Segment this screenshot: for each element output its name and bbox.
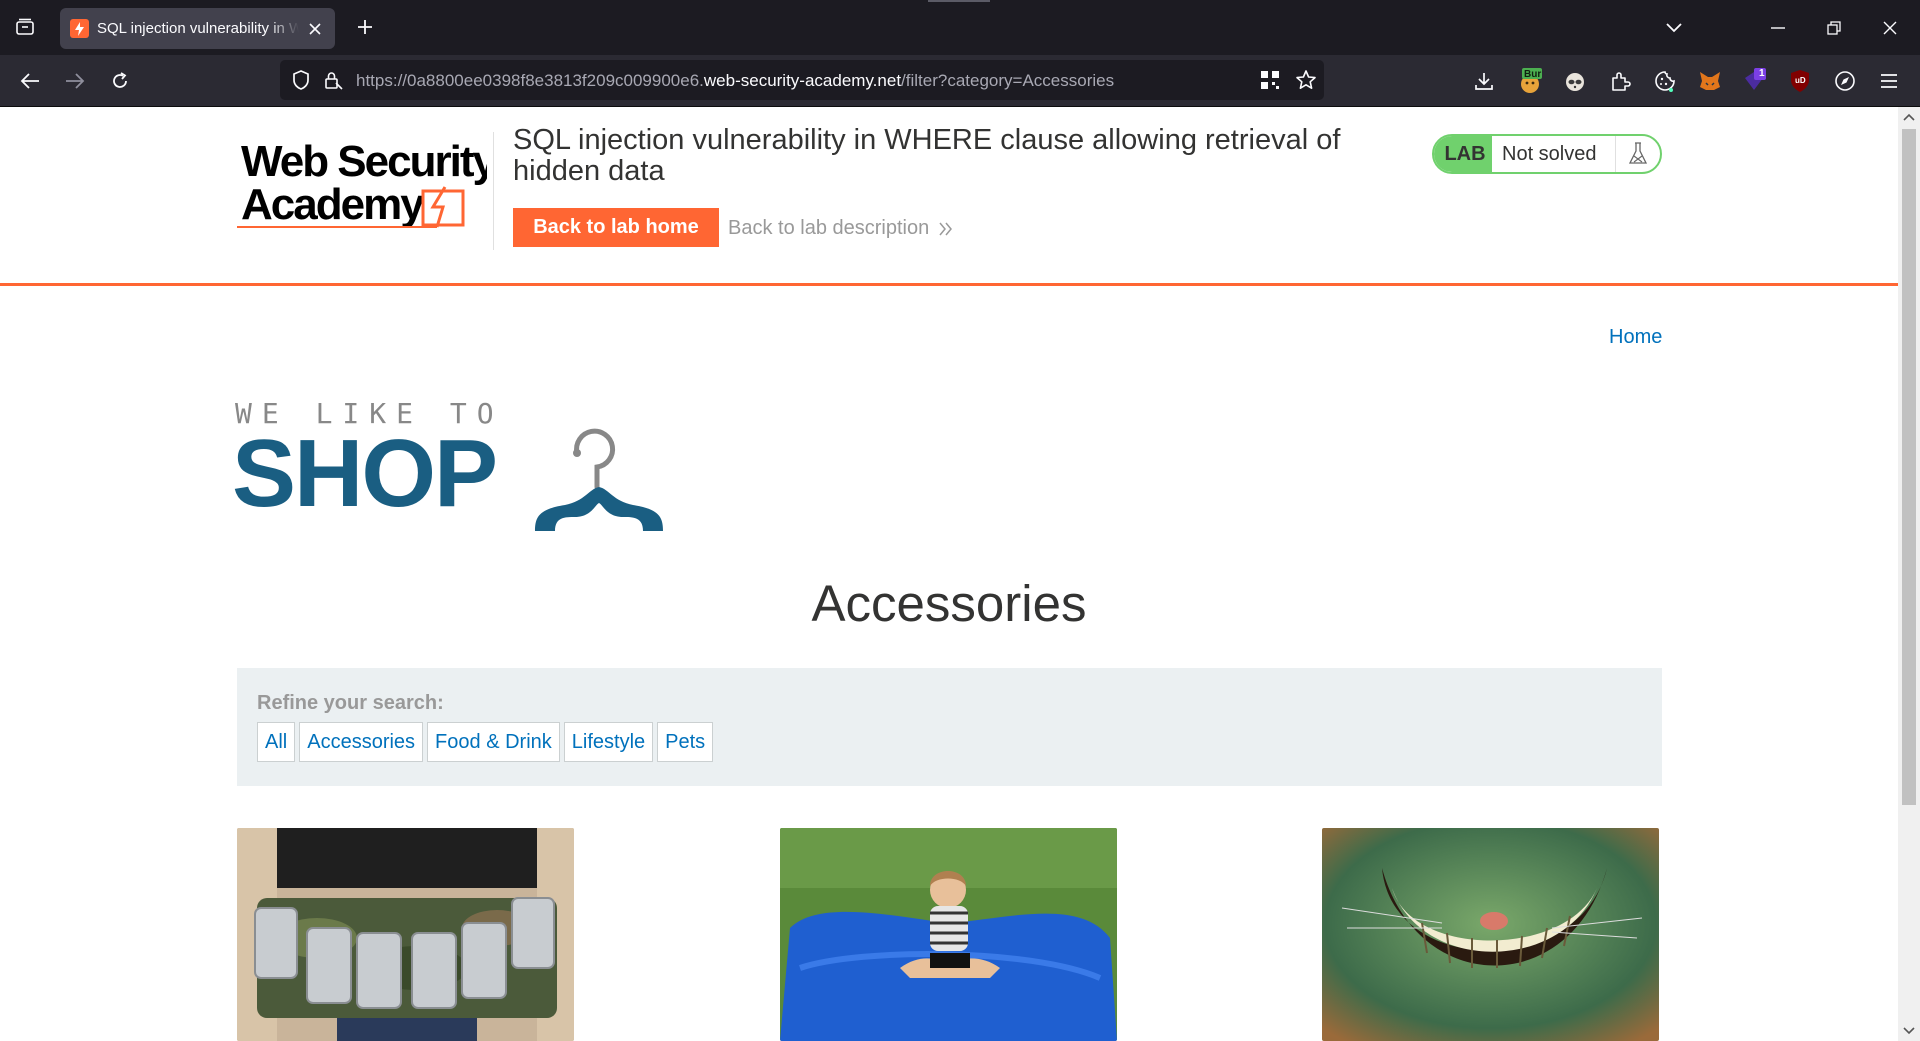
portswigger-favicon-icon bbox=[70, 19, 89, 38]
metamask-fox-icon[interactable] bbox=[1694, 65, 1726, 97]
lab-title: SQL injection vulnerability in WHERE cla… bbox=[513, 124, 1341, 187]
back-to-lab-home-button[interactable]: Back to lab home bbox=[513, 208, 719, 247]
tab-title: SQL injection vulnerability in WHERE cla… bbox=[97, 20, 299, 37]
url-path: /filter?category=Accessories bbox=[901, 71, 1115, 90]
tracking-protection-shield-icon[interactable] bbox=[290, 69, 312, 91]
scroll-up-arrow-icon[interactable] bbox=[1903, 111, 1915, 123]
ublock-origin-icon[interactable]: uD bbox=[1784, 65, 1816, 97]
back-to-lab-description-label: Back to lab description bbox=[728, 217, 930, 239]
url-bar[interactable]: https://0a8800ee0398f8e3813f209c009900e6… bbox=[280, 60, 1324, 100]
restore-window-icon[interactable] bbox=[1814, 8, 1854, 48]
url-text: https://0a8800ee0398f8e3813f209c009900e6… bbox=[356, 71, 1114, 91]
filter-pets[interactable]: Pets bbox=[657, 722, 714, 762]
compass-icon[interactable] bbox=[1829, 65, 1861, 97]
reload-icon[interactable] bbox=[102, 63, 138, 99]
product-image-beanbag[interactable] bbox=[780, 828, 1117, 1041]
svg-text:Academy: Academy bbox=[241, 180, 425, 229]
scroll-down-arrow-icon[interactable] bbox=[1903, 1025, 1915, 1037]
lab-status-widget: LAB Not solved bbox=[1432, 134, 1662, 174]
we-like-to-shop-logo: WE LIKE TO SHOP bbox=[232, 397, 685, 547]
back-to-lab-description-link[interactable]: Back to lab description bbox=[728, 217, 953, 240]
scrollbar-thumb[interactable] bbox=[1902, 129, 1916, 805]
filter-panel: Refine your search: All Accessories Food… bbox=[237, 668, 1662, 786]
filter-lifestyle[interactable]: Lifestyle bbox=[563, 722, 654, 762]
tab-list-icon[interactable] bbox=[8, 10, 42, 44]
extensions-puzzle-icon[interactable] bbox=[1604, 65, 1636, 97]
new-tab-icon[interactable] bbox=[349, 11, 381, 43]
active-tab[interactable]: SQL injection vulnerability in WHERE cla… bbox=[60, 8, 335, 49]
cookie-icon[interactable] bbox=[1649, 65, 1681, 97]
qr-code-icon[interactable] bbox=[1258, 68, 1282, 92]
lab-badge: LAB bbox=[1434, 136, 1492, 172]
ublock-badge: uD bbox=[1795, 76, 1806, 85]
page-scrollbar[interactable] bbox=[1898, 107, 1920, 1041]
bookmark-star-icon[interactable] bbox=[1294, 68, 1318, 92]
academy-header: Web Security Academy SQL injection vulne… bbox=[0, 107, 1898, 286]
notification-badge: 1 bbox=[1759, 68, 1765, 79]
browser-tab-bar: SQL injection vulnerability in WHERE cla… bbox=[0, 0, 1920, 55]
download-icon[interactable] bbox=[1468, 65, 1500, 97]
flask-icon bbox=[1615, 136, 1660, 172]
window-drag-indicator bbox=[928, 0, 990, 2]
notification-extension-icon[interactable]: 1 bbox=[1739, 65, 1771, 97]
forward-arrow-icon[interactable] bbox=[57, 63, 93, 99]
filter-all[interactable]: All bbox=[257, 722, 296, 762]
header-divider bbox=[493, 132, 494, 250]
product-image-beer-belt[interactable] bbox=[237, 828, 574, 1041]
browser-nav-bar: https://0a8800ee0398f8e3813f209c009900e6… bbox=[0, 55, 1920, 107]
url-host: web-security-academy.net bbox=[703, 71, 902, 90]
url-prefix: https://0a8800ee0398f8e3813f209c009900e6… bbox=[356, 71, 704, 90]
product-image-cheshire-grin[interactable] bbox=[1322, 828, 1659, 1041]
filter-accessories[interactable]: Accessories bbox=[299, 722, 424, 762]
home-link[interactable]: Home bbox=[1609, 326, 1662, 349]
burp-badge: Bur bbox=[1524, 69, 1542, 80]
page-content: Web Security Academy SQL injection vulne… bbox=[0, 107, 1898, 1041]
web-security-academy-logo[interactable]: Web Security Academy bbox=[237, 131, 499, 231]
shop-word: SHOP bbox=[232, 420, 498, 527]
site-lock-icon[interactable] bbox=[322, 69, 344, 91]
clothes-hanger-icon bbox=[535, 428, 663, 531]
category-heading: Accessories bbox=[811, 575, 1087, 632]
refine-search-label: Refine your search: bbox=[257, 692, 444, 714]
menu-icon[interactable] bbox=[1873, 65, 1905, 97]
privacy-badger-icon[interactable] bbox=[1559, 65, 1591, 97]
svg-text:Web Security: Web Security bbox=[241, 137, 487, 186]
lab-status-text: Not solved bbox=[1502, 142, 1597, 165]
list-all-tabs-chevron-down-icon[interactable] bbox=[1654, 8, 1694, 48]
burp-extension-icon[interactable]: Bur bbox=[1514, 65, 1546, 97]
filter-food-and-drink[interactable]: Food & Drink bbox=[427, 722, 560, 762]
filter-list: All Accessories Food & Drink Lifestyle P… bbox=[257, 722, 717, 762]
back-arrow-icon[interactable] bbox=[12, 63, 48, 99]
close-window-icon[interactable] bbox=[1870, 8, 1910, 48]
tab-close-icon[interactable] bbox=[305, 19, 325, 39]
double-chevron-right-icon bbox=[939, 222, 953, 235]
minimize-window-icon[interactable] bbox=[1758, 8, 1798, 48]
